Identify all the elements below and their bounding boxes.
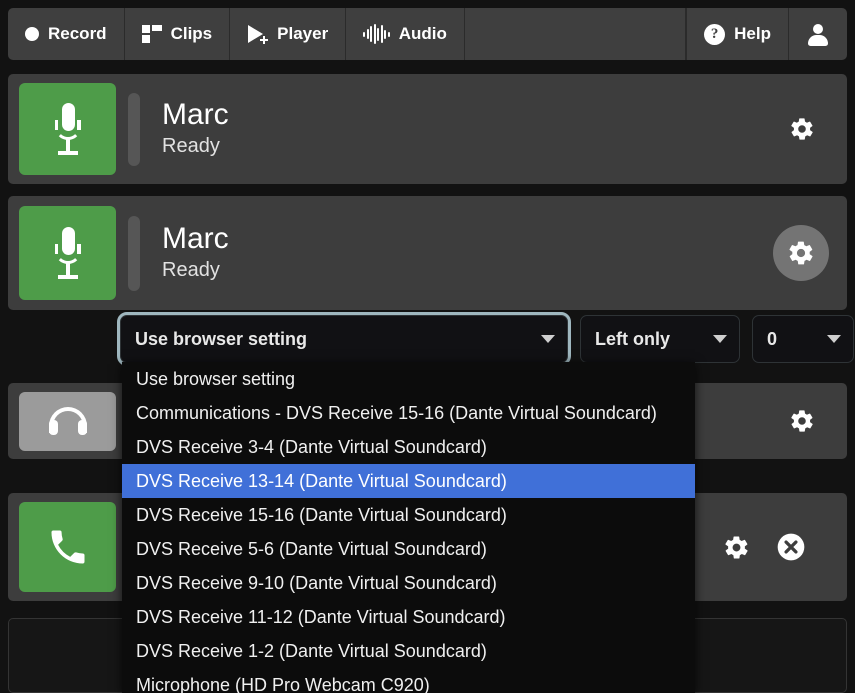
toolbar-item-audio[interactable]: Audio bbox=[346, 8, 465, 60]
player-play-add-icon bbox=[247, 24, 269, 44]
channel-actions-1 bbox=[787, 114, 817, 144]
phone-icon bbox=[51, 530, 84, 564]
channel-actions-3 bbox=[787, 406, 817, 436]
channel-labels-1: Marc Ready bbox=[162, 98, 787, 161]
mic-toggle-button-1[interactable] bbox=[19, 83, 116, 175]
gain-value: 0 bbox=[767, 328, 778, 349]
channel-actions-4 bbox=[721, 531, 807, 563]
channel-panel-2: Marc Ready bbox=[8, 196, 847, 310]
top-toolbar: Record Clips Player Audio ? Help bbox=[8, 8, 847, 60]
chevron-down-icon bbox=[827, 335, 841, 343]
gain-select[interactable]: 0 bbox=[752, 315, 854, 363]
toolbar-item-user[interactable] bbox=[789, 8, 847, 60]
toolbar-item-record[interactable]: Record bbox=[8, 8, 125, 60]
dropdown-option[interactable]: DVS Receive 5-6 (Dante Virtual Soundcard… bbox=[122, 532, 695, 566]
clips-grid-icon bbox=[141, 25, 162, 43]
gear-icon bbox=[791, 410, 813, 432]
device-dropdown-list[interactable]: Use browser setting Communications - DVS … bbox=[122, 362, 695, 693]
dropdown-option[interactable]: Use browser setting bbox=[122, 362, 695, 396]
channel-panel-1: Marc Ready bbox=[8, 74, 847, 184]
toolbar-item-player[interactable]: Player bbox=[230, 8, 347, 60]
toolbar-label-clips: Clips bbox=[170, 24, 213, 43]
settings-gear-button-2[interactable] bbox=[773, 225, 829, 281]
dropdown-option[interactable]: DVS Receive 13-14 (Dante Virtual Soundca… bbox=[122, 464, 695, 498]
dropdown-option[interactable]: DVS Receive 11-12 (Dante Virtual Soundca… bbox=[122, 600, 695, 634]
toolbar-item-clips[interactable]: Clips bbox=[125, 8, 231, 60]
channel-mode-value: Left only bbox=[595, 328, 670, 349]
settings-gear-button-1[interactable] bbox=[787, 114, 817, 144]
chevron-down-icon bbox=[541, 335, 555, 343]
record-dot-icon bbox=[25, 27, 39, 41]
dropdown-option[interactable]: DVS Receive 9-10 (Dante Virtual Soundcar… bbox=[122, 566, 695, 600]
toolbar-label-help: Help bbox=[734, 24, 771, 43]
channel-status-2: Ready bbox=[162, 258, 220, 281]
app-root: Record Clips Player Audio ? Help Marc Re… bbox=[0, 0, 855, 693]
level-meter-1 bbox=[128, 92, 140, 166]
chevron-down-icon bbox=[713, 335, 727, 343]
audio-settings-row: Use browser setting Left only 0 bbox=[117, 312, 854, 366]
device-select-value: Use browser setting bbox=[135, 328, 308, 349]
device-select[interactable]: Use browser setting bbox=[117, 312, 571, 366]
settings-gear-button-4[interactable] bbox=[721, 532, 751, 562]
toolbar-label-audio: Audio bbox=[398, 24, 447, 43]
toolbar-item-help[interactable]: ? Help bbox=[686, 8, 789, 60]
microphone-icon bbox=[51, 103, 85, 155]
channel-mode-select[interactable]: Left only bbox=[580, 315, 740, 363]
user-avatar-icon bbox=[808, 23, 828, 46]
dropdown-option[interactable]: DVS Receive 1-2 (Dante Virtual Soundcard… bbox=[122, 634, 695, 668]
microphone-icon bbox=[51, 227, 85, 279]
close-circle-icon bbox=[777, 533, 805, 561]
dropdown-option[interactable]: Communications - DVS Receive 15-16 (Dant… bbox=[122, 396, 695, 430]
mic-toggle-button-2[interactable] bbox=[19, 206, 116, 300]
channel-name-2: Marc bbox=[162, 221, 229, 255]
audio-waveform-icon bbox=[363, 24, 390, 44]
gear-icon bbox=[789, 241, 813, 265]
gear-icon bbox=[791, 118, 813, 140]
channel-status-1: Ready bbox=[162, 134, 220, 157]
level-meter-2 bbox=[128, 215, 140, 291]
call-button[interactable] bbox=[19, 502, 116, 592]
headphones-toggle-button[interactable] bbox=[19, 391, 116, 451]
dropdown-option[interactable]: DVS Receive 15-16 (Dante Virtual Soundca… bbox=[122, 498, 695, 532]
remove-channel-button[interactable] bbox=[775, 531, 807, 563]
toolbar-spacer bbox=[465, 8, 687, 60]
channel-actions-2 bbox=[773, 225, 829, 281]
toolbar-label-player: Player bbox=[277, 24, 329, 43]
help-question-icon: ? bbox=[704, 23, 726, 45]
channel-labels-2: Marc Ready bbox=[162, 222, 773, 285]
toolbar-label-record: Record bbox=[48, 24, 107, 43]
headphones-icon bbox=[48, 407, 87, 435]
dropdown-option[interactable]: Microphone (HD Pro Webcam C920) bbox=[122, 668, 695, 693]
channel-name-1: Marc bbox=[162, 97, 229, 131]
settings-gear-button-3[interactable] bbox=[787, 406, 817, 436]
gear-icon bbox=[724, 535, 748, 559]
dropdown-option[interactable]: DVS Receive 3-4 (Dante Virtual Soundcard… bbox=[122, 430, 695, 464]
